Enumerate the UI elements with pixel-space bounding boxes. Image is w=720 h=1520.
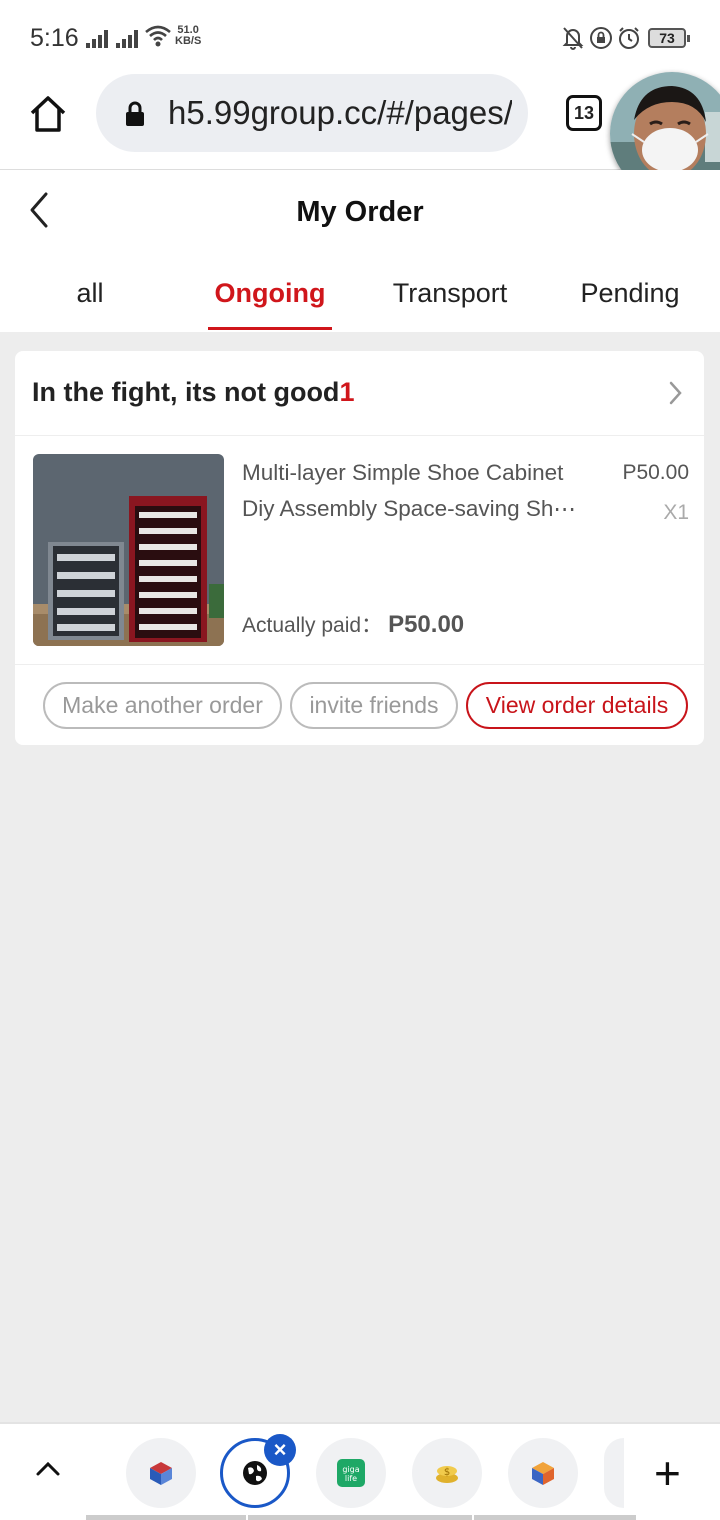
box-app-icon[interactable]: [508, 1438, 578, 1508]
page-header: My Order all Ongoing Transport Pending: [0, 170, 720, 332]
invite-friends-button[interactable]: invite friends: [290, 682, 458, 729]
bottom-app-bar: × giga life $ +: [0, 1422, 720, 1520]
active-tab-indicator: [208, 327, 332, 330]
wifi-icon: [145, 25, 171, 47]
app-overflow: [604, 1438, 624, 1508]
product-name[interactable]: Multi-layer Simple Shoe Cabinet Diy Asse…: [242, 455, 602, 527]
page-title: My Order: [296, 196, 424, 228]
tab-ongoing[interactable]: Ongoing: [180, 278, 360, 309]
chevron-up-icon[interactable]: [34, 1458, 62, 1478]
url-text: h5.99group.cc/#/pages/: [168, 94, 512, 131]
scroll-indicator: [248, 1515, 472, 1520]
network-speed: 51.0 KB/S: [175, 24, 202, 47]
plus-icon[interactable]: +: [654, 1450, 681, 1496]
app-cube-icon[interactable]: [126, 1438, 196, 1508]
lock-icon: [126, 101, 144, 126]
tab-all[interactable]: all: [0, 278, 180, 309]
product-image[interactable]: [33, 454, 224, 646]
lock-rotation-icon: [590, 27, 612, 49]
tab-pending[interactable]: Pending: [540, 278, 720, 309]
quantity: X1: [663, 501, 689, 524]
address-bar[interactable]: h5.99group.cc/#/pages/: [96, 74, 528, 152]
order-tabs: all Ongoing Transport Pending: [0, 266, 720, 332]
signal-icon: [86, 30, 112, 48]
view-order-details-button[interactable]: View order details: [466, 682, 688, 729]
make-another-order-button[interactable]: Make another order: [43, 682, 282, 729]
paid-amount: P50.00: [388, 611, 465, 638]
shop-name[interactable]: In the fight, its not good1: [32, 377, 354, 408]
order-card: In the fight, its not good1 Multi-layer …: [15, 351, 704, 745]
bell-off-icon: [562, 27, 584, 50]
amount-paid: Actually paid： P50.00: [242, 609, 464, 639]
browser-toolbar: h5.99group.cc/#/pages/ 13: [0, 72, 720, 196]
status-bar: 5:16 51.0 KB/S 73: [0, 0, 720, 74]
close-icon[interactable]: ×: [264, 1434, 296, 1466]
scroll-indicator: [86, 1515, 246, 1520]
divider: [15, 664, 704, 665]
giga-life-icon[interactable]: giga life: [316, 1438, 386, 1508]
coins-icon[interactable]: $: [412, 1438, 482, 1508]
home-icon[interactable]: [26, 92, 70, 136]
paid-label: Actually paid：: [242, 614, 383, 637]
status-time: 5:16: [30, 24, 79, 52]
unit-price: P50.00: [622, 461, 689, 484]
alarm-icon: [619, 27, 639, 49]
chevron-right-icon[interactable]: [665, 379, 685, 407]
tab-transport[interactable]: Transport: [360, 278, 540, 309]
svg-text:life: life: [345, 1474, 357, 1483]
battery-icon: 73: [648, 28, 690, 48]
svg-text:giga: giga: [342, 1465, 359, 1474]
scroll-indicator: [474, 1515, 636, 1520]
tabs-icon[interactable]: 13: [566, 95, 602, 131]
svg-text:$: $: [444, 1467, 450, 1478]
signal-icon: [116, 30, 142, 48]
divider: [15, 435, 704, 436]
